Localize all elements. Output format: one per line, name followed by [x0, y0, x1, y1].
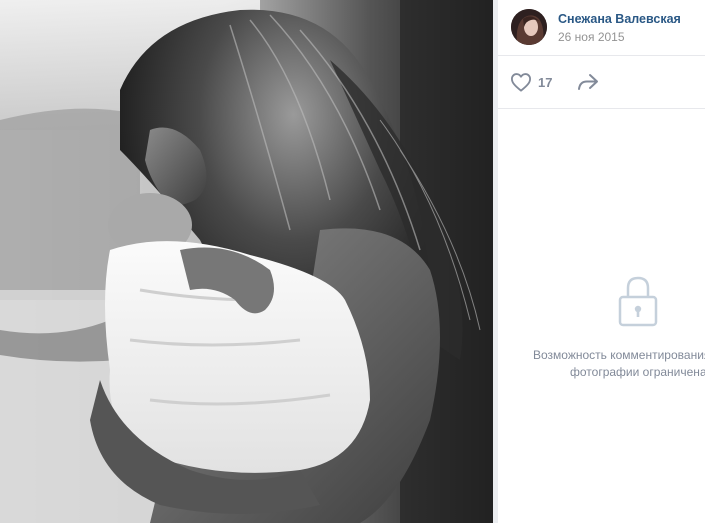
avatar-image — [511, 9, 547, 45]
photo[interactable] — [0, 0, 493, 523]
restricted-message-line2: фотографии ограничена — [570, 365, 705, 379]
like-button[interactable]: 17 — [510, 70, 552, 94]
author-block: Снежана Валевская 26 ноя 2015 — [498, 0, 705, 56]
avatar[interactable] — [511, 9, 547, 45]
post-date[interactable]: 26 ноя 2015 — [558, 30, 625, 44]
restricted-message-line1: Возможность комментирования — [533, 348, 705, 362]
share-arrow-icon — [578, 74, 598, 90]
photo-image — [0, 0, 493, 523]
share-button[interactable] — [576, 70, 600, 94]
like-count: 17 — [538, 74, 553, 90]
lock-icon — [618, 275, 658, 327]
heart-outline-icon — [510, 73, 531, 92]
author-name-link[interactable]: Снежана Валевская — [558, 12, 681, 26]
action-bar: 17 — [498, 56, 705, 109]
photo-viewer: Снежана Валевская 26 ноя 2015 17 Возможн… — [0, 0, 705, 523]
photo-sidebar: Снежана Валевская 26 ноя 2015 17 Возможн… — [498, 0, 705, 523]
